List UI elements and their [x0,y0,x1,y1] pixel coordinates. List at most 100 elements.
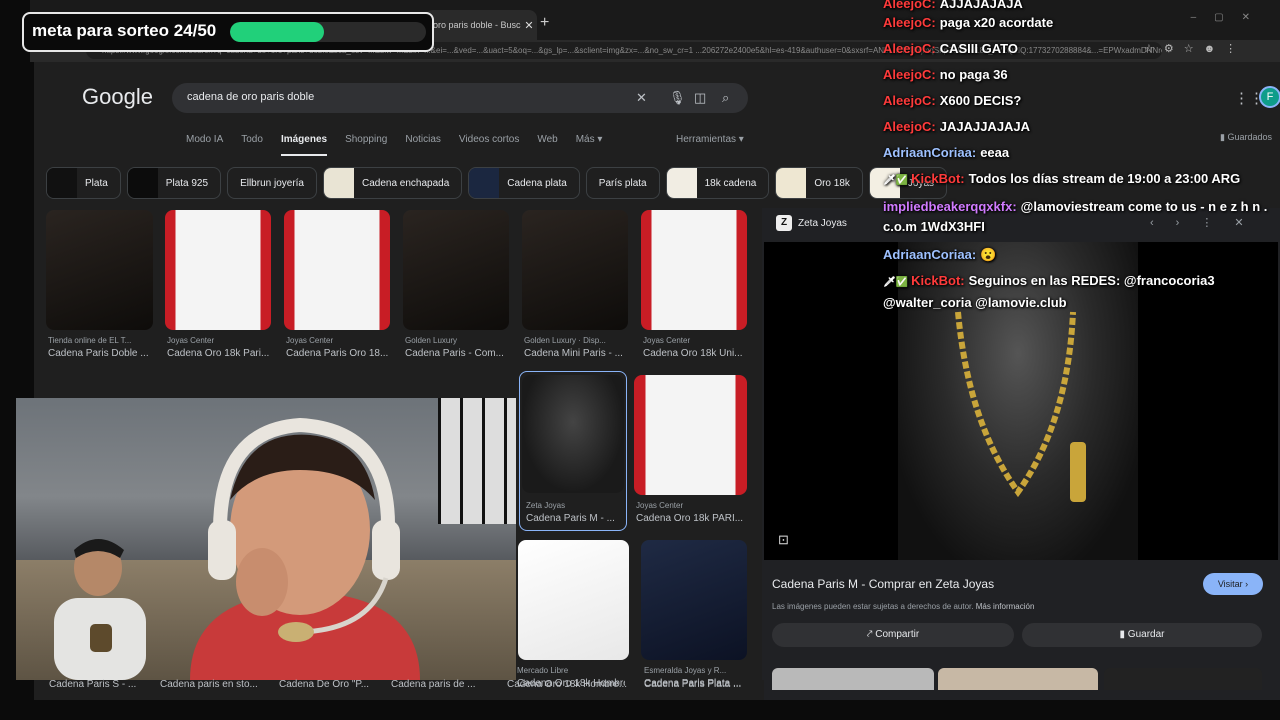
result-title[interactable]: Cadena Oro 18k Hombre... [507,679,627,690]
result-image-1[interactable] [46,210,153,330]
chip-thumbnail [323,168,354,198]
result-source[interactable]: Joyas Center [286,336,333,345]
chip-label: Ellbrun joyería [240,177,304,189]
result-source[interactable]: Joyas Center [167,336,214,345]
chip-label: Plata [85,177,108,189]
result-image-3[interactable] [284,210,390,330]
filter-chips: Plata Plata 925 Ellbrun joyería Cadena ench… [46,167,948,199]
result-image-4[interactable] [403,210,509,330]
microphone-icon[interactable]: 🎙 [669,90,686,106]
tools-button[interactable]: Herramientas ▾ [676,134,744,145]
new-tab-plus-icon[interactable]: + [540,14,549,32]
more-info-link[interactable]: Más información [976,602,1035,611]
visit-button[interactable]: Visitar › [1203,573,1263,595]
result-title[interactable]: Cadena Paris Plata ... [644,679,754,690]
bot-badge-icon: 🗡✅ [883,175,909,186]
chat-message: AdriaanCoriaa: 😮 [883,245,1278,265]
result-title[interactable]: Cadena De Oro "P... [279,679,387,690]
result-source[interactable]: Golden Luxury [405,336,457,345]
chat-message: AdriaanCoriaa: eeaa [883,143,1278,163]
result-title[interactable]: Cadena paris de ... [391,679,499,690]
bot-badge-icon: 🗡✅ [883,277,909,288]
related-image-1[interactable] [772,668,934,690]
chat-username: impliedbeakerqqxkfx: [883,199,1017,214]
result-title[interactable]: Cadena Oro 18k PARI... [636,513,744,524]
result-image-joyas-center[interactable] [634,375,747,495]
google-logo[interactable]: Google [82,84,153,110]
preview-site-name[interactable]: Zeta Joyas [798,218,847,229]
lens-search-icon[interactable]: ⊡ [778,532,789,548]
search-icon[interactable]: ⌕ [722,90,729,106]
search-tab[interactable]: Todo [241,134,263,156]
result-source[interactable]: Zeta Joyas [526,501,565,510]
result-source[interactable]: Golden Luxury · Disp... [524,336,606,345]
browser-tab-active[interactable]: oro paris doble - Busca ✕ [425,10,537,40]
search-tab[interactable]: Más ▾ [576,134,603,156]
search-tab[interactable]: Web [537,134,557,156]
result-image-5[interactable] [522,210,628,330]
chat-message: AleejoC: JAJAJJAJAJA [883,117,1278,137]
chat-text: JAJAJJAJAJA [939,119,1031,134]
search-tab[interactable]: Noticias [405,134,441,156]
result-title[interactable]: Cadena Paris M - ... [526,513,634,524]
goal-progress-bar [230,22,426,42]
tab-title: oro paris doble - Busca [433,20,521,30]
related-image-3[interactable] [1104,668,1262,690]
result-image-esmeralda[interactable] [641,540,747,660]
result-title[interactable]: Cadena paris en sto... [160,679,268,690]
filter-chip[interactable]: Plata 925 [126,167,222,199]
filter-chip[interactable]: París plata [585,167,660,199]
filter-chip[interactable]: Cadena enchapada [322,167,463,199]
chat-message: 🗡✅ KickBot: Todos los días stream de 19:00… [883,169,1278,191]
chip-thumbnail [666,168,697,198]
related-image-2[interactable] [938,668,1098,690]
lens-icon[interactable]: ◫ [694,90,706,106]
close-icon[interactable]: ✕ [521,19,537,32]
chat-message: 🗡✅ KickBot: Seguinos en las REDES: @franco… [883,271,1278,313]
goal-progress-fill [230,22,325,42]
result-title[interactable]: Cadena Mini Paris - ... [524,348,632,359]
result-title[interactable]: Cadena Paris Doble ... [48,348,156,359]
result-title[interactable]: Cadena Paris Oro 18... [286,348,394,359]
save-label: Guardar [1127,629,1165,640]
search-tab[interactable]: Shopping [345,134,387,156]
result-title[interactable]: Cadena Oro 18k Uni... [643,348,751,359]
filter-chip[interactable]: Oro 18k [775,167,863,199]
chip-label: Oro 18k [814,177,850,189]
chip-label: 18k cadena [704,177,757,189]
result-title[interactable]: Cadena Paris S - ... [49,679,157,690]
filter-chip[interactable]: Ellbrun joyería [227,167,317,199]
search-tab[interactable]: Videos cortos [459,134,519,156]
search-tab[interactable]: Modo IA [186,134,223,156]
search-nav-tabs: Modo IA Todo Imágenes Shopping Noticias Video… [186,134,620,156]
preview-title[interactable]: Cadena Paris M - Comprar en Zeta Joyas [772,577,994,591]
chip-label: Plata 925 [165,177,209,189]
filter-chip[interactable]: Cadena plata [468,167,580,199]
result-source[interactable]: Tienda online de EL T... [48,336,131,345]
result-image-6[interactable] [641,210,747,330]
chat-username: AdriaanCoriaa: [883,145,977,160]
result-title[interactable]: Cadena Paris - Com... [405,348,513,359]
result-source[interactable]: Mercado Libre [517,666,568,675]
filter-chip[interactable]: 18k cadena [665,167,770,199]
chat-message: AleejoC: CASIII GATO [883,39,1278,59]
chat-text: Todos los días stream de 19:00 a 23:00 A… [968,171,1241,186]
result-source[interactable]: Joyas Center [643,336,690,345]
goal-label: meta para sorteo 24/50 [32,21,217,40]
result-title[interactable]: Cadena Oro 18k Pari... [167,348,275,359]
result-image-mercado-libre[interactable] [518,540,629,660]
clear-icon[interactable]: ✕ [636,90,647,106]
chat-text: AJJAJAJAJA [939,0,1023,11]
result-source[interactable]: Joyas Center [636,501,683,510]
result-source[interactable]: Esmeralda Joyas y R... [644,666,726,675]
result-image-zeta[interactable] [522,375,624,493]
search-tab[interactable]: Imágenes [280,134,328,156]
copyright-text: Las imágenes pueden estar sujetas a dere… [772,602,974,611]
share-label: Compartir [875,629,920,640]
share-button[interactable]: ⤤ Compartir [772,623,1014,647]
search-input[interactable]: cadena de oro paris doble [172,83,748,113]
filter-chip[interactable]: Plata [46,167,121,199]
save-button[interactable]: ▮ Guardar [1022,623,1262,647]
result-image-2[interactable] [165,210,271,330]
chip-thumbnail [776,168,807,198]
